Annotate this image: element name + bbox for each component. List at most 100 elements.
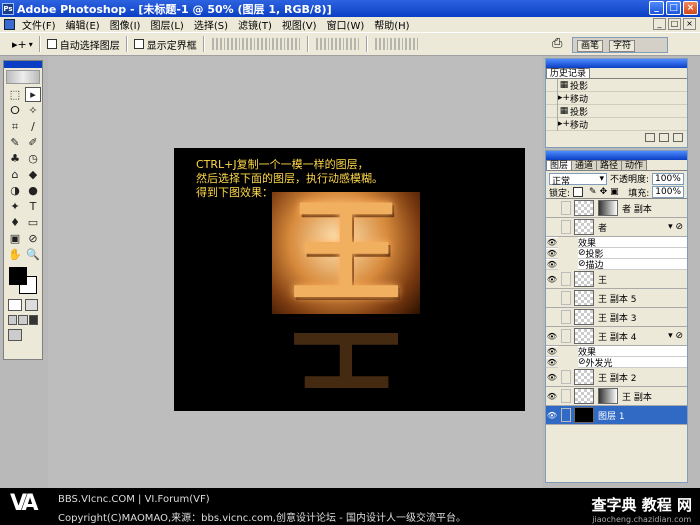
eye-icon[interactable]: 👁: [546, 275, 558, 284]
jump-to-imageready-icon[interactable]: [8, 329, 22, 341]
align-vcenter-icon[interactable]: [226, 38, 240, 50]
type-tool-icon[interactable]: T: [25, 199, 41, 214]
distribute-top-icon[interactable]: [315, 38, 329, 50]
eyedropper-tool-icon[interactable]: ⊘: [25, 231, 41, 246]
move-tool-icon[interactable]: ▸+: [12, 38, 27, 51]
distribute-right-icon[interactable]: [404, 38, 418, 50]
eye-icon[interactable]: 👁: [546, 332, 558, 341]
menu-view[interactable]: 视图(V): [277, 17, 322, 32]
new-document-icon[interactable]: [645, 133, 655, 142]
tool-preset-chevron-icon[interactable]: ▾: [29, 40, 33, 49]
new-snapshot-icon[interactable]: [659, 133, 669, 142]
history-item[interactable]: ▸+ 移动: [546, 91, 687, 105]
history-item[interactable]: ▦ 投影: [546, 78, 687, 92]
history-item[interactable]: ▦ 投影: [546, 104, 687, 118]
hand-tool-icon[interactable]: ✋: [7, 247, 23, 262]
eye-icon[interactable]: 👁: [546, 237, 558, 247]
document-canvas[interactable]: CTRL+J复制一个一模一样的图层， 然后选择下面的图层，执行动感模糊。 得到下…: [174, 148, 525, 411]
gradient-tool-icon[interactable]: ◆: [25, 167, 41, 182]
tab-actions[interactable]: 动作: [621, 160, 648, 171]
layer-row[interactable]: 👁 王 副本 2: [546, 368, 687, 387]
blend-mode-select[interactable]: 正常 ▾: [549, 172, 607, 187]
menu-edit[interactable]: 编辑(E): [61, 17, 105, 32]
eye-icon[interactable]: 👁: [546, 373, 558, 382]
shape-tool-icon[interactable]: ▭: [25, 215, 41, 230]
distribute-vcenter-icon[interactable]: [330, 38, 344, 50]
menu-select[interactable]: 选择(S): [189, 17, 233, 32]
effect-row[interactable]: 👁 ⊘ 外发光: [546, 356, 687, 369]
healing-brush-icon[interactable]: ✎: [7, 135, 23, 150]
notes-tool-icon[interactable]: ▣: [7, 231, 23, 246]
align-hcenter-icon[interactable]: [271, 38, 285, 50]
tab-layers[interactable]: 图层: [546, 160, 573, 171]
layer-row[interactable]: 王 副本 5: [546, 289, 687, 308]
eye-icon[interactable]: 👁: [546, 357, 558, 367]
distribute-bottom-icon[interactable]: [345, 38, 359, 50]
quick-mask-icon[interactable]: [24, 299, 38, 311]
maximize-button[interactable]: □: [666, 1, 681, 15]
history-brush-icon[interactable]: ◷: [25, 151, 41, 166]
show-bounds-checkbox[interactable]: [133, 39, 144, 49]
distribute-hcenter-icon[interactable]: [389, 38, 403, 50]
layer-row[interactable]: 者 副本: [546, 199, 687, 218]
align-bottom-icon[interactable]: [241, 38, 255, 50]
eraser-tool-icon[interactable]: ⌂: [7, 167, 23, 182]
history-panel-header[interactable]: [546, 59, 687, 68]
layer-row[interactable]: 👁 王 副本 4 ▾ ⊘: [546, 327, 687, 346]
eye-icon[interactable]: 👁: [546, 259, 558, 269]
menu-file[interactable]: 文件(F): [17, 17, 61, 32]
zoom-tool-icon[interactable]: 🔍: [25, 247, 41, 262]
blur-tool-icon[interactable]: ◑: [7, 183, 23, 198]
well-tab-character[interactable]: 字符: [609, 40, 636, 52]
lock-pixels-icon[interactable]: ✎: [589, 187, 597, 197]
screen-mode-full-icon[interactable]: [28, 315, 38, 325]
layer-row-selected[interactable]: 👁 图层 1: [546, 406, 687, 425]
crop-tool-icon[interactable]: ⌗: [7, 119, 23, 134]
dodge-tool-icon[interactable]: ●: [25, 183, 41, 198]
lasso-tool-icon[interactable]: ⵔ: [7, 103, 23, 118]
menu-help[interactable]: 帮助(H): [369, 17, 414, 32]
history-item[interactable]: ▸+ 移动: [546, 117, 687, 131]
doc-close-button[interactable]: ×: [683, 18, 696, 30]
effect-row[interactable]: 👁 ⊘ 描边: [546, 258, 687, 271]
distribute-left-icon[interactable]: [374, 38, 388, 50]
effect-row[interactable]: 👁 效果: [546, 236, 687, 249]
auto-select-checkbox[interactable]: [46, 39, 57, 49]
menu-filter[interactable]: 滤镜(T): [233, 17, 277, 32]
effect-row[interactable]: 👁 效果: [546, 345, 687, 358]
layer-row[interactable]: 者 ▾ ⊘: [546, 218, 687, 237]
fill-input[interactable]: 100%: [652, 186, 684, 198]
fx-icon[interactable]: ▾ ⊘: [668, 222, 683, 232]
toolbox-header[interactable]: [4, 61, 42, 68]
align-right-icon[interactable]: [286, 38, 300, 50]
align-left-icon[interactable]: [256, 38, 270, 50]
layer-row[interactable]: 👁 王: [546, 270, 687, 289]
clone-stamp-icon[interactable]: ♣: [7, 151, 23, 166]
eye-icon[interactable]: 👁: [546, 411, 558, 420]
menu-window[interactable]: 窗口(W): [322, 17, 370, 32]
tab-channels[interactable]: 通道: [571, 160, 598, 171]
tab-paths[interactable]: 路径: [596, 160, 623, 171]
adobe-feather-icon[interactable]: [6, 70, 40, 84]
lock-position-icon[interactable]: ✥: [600, 187, 608, 197]
file-browser-icon[interactable]: ⎙: [552, 36, 562, 51]
move-tool-icon[interactable]: ▸: [25, 87, 41, 102]
pen-tool-icon[interactable]: ♦: [7, 215, 23, 230]
doc-restore-button[interactable]: □: [668, 18, 681, 30]
menu-image[interactable]: 图像(I): [105, 17, 146, 32]
slice-tool-icon[interactable]: ∕: [25, 119, 41, 134]
layer-row[interactable]: 👁 王 副本: [546, 387, 687, 406]
minimize-button[interactable]: _: [649, 1, 664, 15]
close-button[interactable]: ×: [683, 1, 698, 15]
layer-row[interactable]: 王 副本 3: [546, 308, 687, 327]
screen-mode-standard-icon[interactable]: [8, 315, 18, 325]
tab-history[interactable]: 历史记录: [546, 68, 591, 79]
lock-all-icon[interactable]: ▣: [610, 187, 619, 197]
well-tab-brushes[interactable]: 画笔: [577, 40, 604, 52]
path-select-icon[interactable]: ✦: [7, 199, 23, 214]
layers-panel-header[interactable]: [546, 151, 687, 160]
opacity-input[interactable]: 100%: [652, 172, 684, 185]
magic-wand-tool-icon[interactable]: ✧: [25, 103, 41, 118]
brush-tool-icon[interactable]: ✐: [25, 135, 41, 150]
align-top-icon[interactable]: [211, 38, 225, 50]
